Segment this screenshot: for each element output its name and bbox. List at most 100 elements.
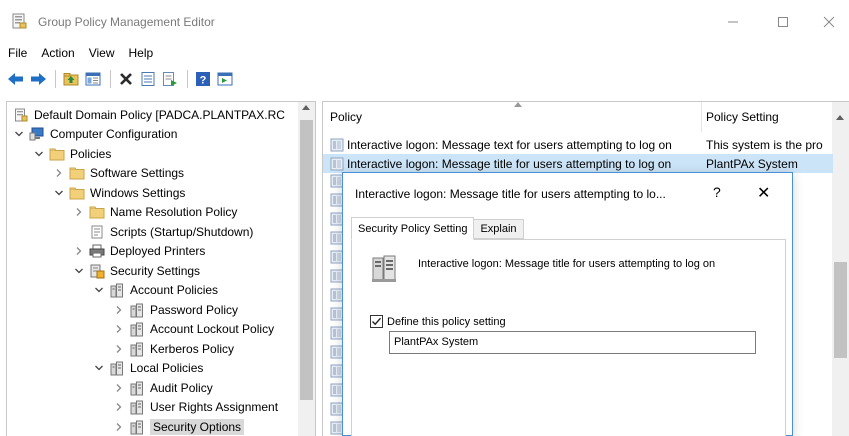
expand-chevron-icon[interactable] (113, 382, 125, 394)
tree-node[interactable]: Deployed Printers (73, 242, 205, 261)
tree-node[interactable]: Name Resolution Policy (73, 203, 237, 222)
tree-node-label[interactable]: Local Policies (130, 361, 203, 375)
tree-node-label[interactable]: Policies (70, 147, 111, 161)
collapse-chevron-icon[interactable] (53, 187, 65, 199)
collapse-chevron-icon[interactable] (73, 265, 85, 277)
column-header-policy-setting[interactable]: Policy Setting (706, 110, 779, 124)
tree-node-label[interactable]: User Rights Assignment (150, 400, 278, 414)
script-icon (89, 224, 105, 240)
tree-node-label[interactable]: Security Settings (110, 264, 200, 278)
expand-chevron-icon[interactable] (73, 206, 85, 218)
tree-scrollbar[interactable] (298, 102, 315, 436)
scroll-thumb[interactable] (834, 262, 847, 358)
minimize-button[interactable] (710, 8, 756, 36)
expand-chevron-icon[interactable] (73, 245, 85, 257)
policy-folder-icon (129, 380, 145, 396)
tree-node[interactable]: Software Settings (53, 164, 184, 183)
expand-chevron-icon[interactable] (113, 401, 125, 413)
menu-file[interactable]: File (0, 46, 34, 60)
tree-node[interactable]: Default Domain Policy [PADCA.PLANTPAX.RC (13, 105, 285, 124)
dialog-close-button[interactable]: ✕ (757, 183, 770, 203)
view-icon[interactable] (215, 69, 235, 89)
scroll-up-arrow-icon[interactable] (836, 115, 844, 120)
expand-chevron-icon[interactable] (113, 304, 125, 316)
tree-node[interactable]: Windows Settings (53, 183, 185, 202)
printer-icon (89, 243, 105, 259)
menu-action[interactable]: Action (34, 46, 81, 60)
folder-up-icon[interactable] (61, 69, 81, 89)
help-icon[interactable]: ? (193, 69, 213, 89)
toolbar-separator (187, 70, 188, 88)
menu-view[interactable]: View (82, 46, 122, 60)
forward-icon[interactable] (28, 69, 48, 89)
define-policy-checkbox[interactable] (370, 315, 383, 328)
collapse-chevron-icon[interactable] (93, 284, 105, 296)
maximize-button[interactable] (760, 8, 806, 36)
tree-node[interactable]: Account Policies (93, 281, 218, 300)
back-icon[interactable] (6, 69, 26, 89)
scroll-thumb[interactable] (300, 120, 313, 400)
security-icon (89, 263, 105, 279)
tree-node[interactable]: Audit Policy (113, 378, 213, 397)
export-list-icon[interactable] (160, 69, 180, 89)
tree-node[interactable]: Account Lockout Policy (113, 320, 274, 339)
tree-node-label[interactable]: Default Domain Policy [PADCA.PLANTPAX.RC (34, 108, 285, 122)
tree-node-label[interactable]: Security Options (150, 418, 245, 435)
tree-node[interactable]: User Rights Assignment (113, 398, 278, 417)
tree-node-label[interactable]: Audit Policy (150, 381, 213, 395)
tree-node-label[interactable]: Account Lockout Policy (150, 322, 274, 336)
tree-node-label[interactable]: Password Policy (150, 303, 238, 317)
tab-explain[interactable]: Explain (473, 219, 524, 239)
column-header-policy[interactable]: Policy (330, 110, 362, 124)
console-tree[interactable]: Default Domain Policy [PADCA.PLANTPAX.RC… (6, 101, 316, 436)
tree-node[interactable]: Password Policy (113, 300, 238, 319)
tree-node[interactable]: Security Options (113, 417, 245, 436)
tree-node-label[interactable]: Software Settings (90, 166, 184, 180)
define-policy-label[interactable]: Define this policy setting (387, 316, 506, 328)
show-hide-tree-icon[interactable] (83, 69, 103, 89)
expand-chevron-icon[interactable] (113, 343, 125, 355)
svg-text:?: ? (200, 75, 207, 87)
collapse-chevron-icon[interactable] (33, 148, 45, 160)
dialog-tabs: Security Policy Setting Explain (351, 217, 524, 240)
tree-node[interactable]: Kerberos Policy (113, 339, 234, 358)
policy-folder-icon (129, 419, 145, 435)
folder-icon (89, 204, 105, 220)
tree-node[interactable]: Security Settings (73, 261, 200, 280)
scroll-up-arrow-icon[interactable] (302, 105, 310, 110)
close-button[interactable] (806, 8, 849, 36)
tree-node[interactable]: Computer Configuration (13, 125, 177, 144)
tab-security-policy-setting[interactable]: Security Policy Setting (351, 217, 475, 240)
menu-help[interactable]: Help (122, 46, 161, 60)
tree-node-label[interactable]: Name Resolution Policy (110, 205, 237, 219)
tree-node[interactable]: Scripts (Startup/Shutdown) (73, 222, 253, 241)
tree-node[interactable]: Policies (33, 144, 111, 163)
policy-setting-cell: This system is the pro (706, 137, 823, 152)
tree-node-label[interactable]: Scripts (Startup/Shutdown) (110, 225, 253, 239)
policy-name-cell: Interactive logon: Message title for use… (347, 156, 672, 171)
expand-chevron-icon[interactable] (113, 323, 125, 335)
tree-node[interactable]: Local Policies (93, 359, 203, 378)
properties-icon[interactable] (138, 69, 158, 89)
menu-bar: File Action View Help (0, 42, 849, 64)
tree-node-label[interactable]: Windows Settings (90, 186, 185, 200)
tree-node-label[interactable]: Computer Configuration (50, 127, 177, 141)
gpo-editor-app-icon (11, 13, 27, 29)
define-policy-setting-row[interactable]: Define this policy setting (370, 315, 506, 328)
policy-row[interactable]: Interactive logon: Message text for user… (323, 135, 833, 154)
policy-row[interactable]: Interactive logon: Message title for use… (323, 154, 833, 173)
policy-value-input[interactable]: PlantPAx System (389, 331, 756, 354)
collapse-chevron-icon[interactable] (13, 128, 25, 140)
dialog-help-button[interactable]: ? (713, 184, 721, 200)
collapse-chevron-icon[interactable] (93, 362, 105, 374)
tree-node-label[interactable]: Account Policies (130, 283, 218, 297)
policy-folder-icon (129, 302, 145, 318)
expand-chevron-icon[interactable] (113, 421, 125, 433)
delete-icon[interactable] (116, 69, 136, 89)
policy-setting-cell: PlantPAx System (706, 156, 798, 171)
expand-chevron-icon[interactable] (53, 167, 65, 179)
tree-node-label[interactable]: Deployed Printers (110, 244, 205, 258)
list-scrollbar[interactable] (832, 102, 849, 436)
tree-node-label[interactable]: Kerberos Policy (150, 342, 234, 356)
column-separator[interactable] (701, 102, 702, 132)
